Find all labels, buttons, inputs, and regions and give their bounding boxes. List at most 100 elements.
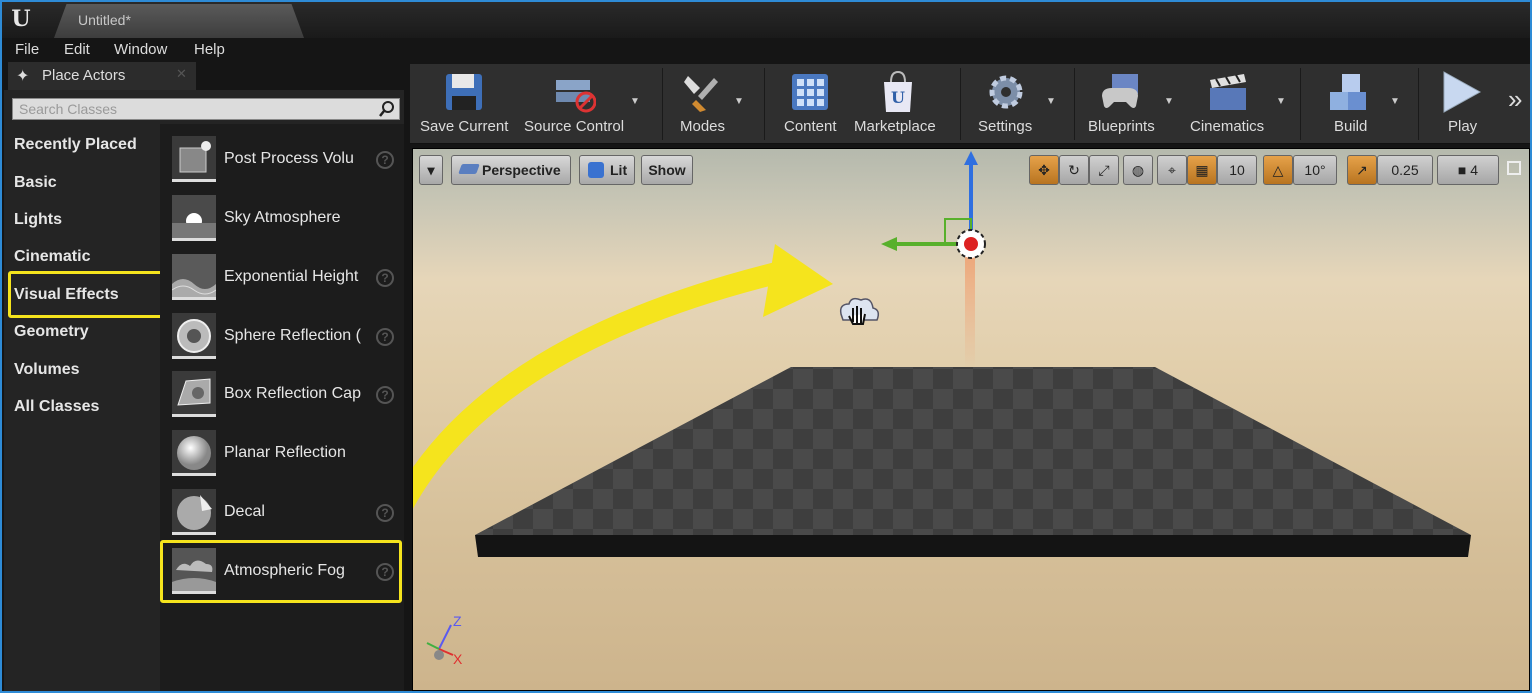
help-icon[interactable]: ?	[376, 504, 394, 522]
marketplace-button[interactable]: U Marketplace	[850, 64, 950, 144]
category-lights[interactable]: Lights	[14, 211, 62, 229]
world-local-toggle[interactable]: ◍	[1123, 155, 1153, 185]
actor-item-planar-reflection[interactable]: Planar Reflection	[160, 426, 404, 484]
chevron-down-icon[interactable]: ▼	[734, 96, 744, 107]
save-current-label: Save Current	[420, 118, 509, 135]
level-viewport[interactable]: Z X ▾ Perspective Lit Show ✥ ↻ ⤢ ◍ ⌖ ▦ 1…	[412, 148, 1530, 691]
marketplace-icon: U	[884, 70, 912, 112]
source-control-label: Source Control	[524, 118, 625, 135]
cinematics-icon	[1210, 74, 1246, 110]
actor-item-post-process-volume[interactable]: Post Process Volu ?	[160, 132, 404, 190]
viewport-options-button[interactable]: ▾	[419, 155, 443, 185]
cinematics-button[interactable]: Cinematics ▼	[1186, 64, 1292, 144]
build-button[interactable]: Build ▼	[1310, 64, 1410, 144]
perspective-label: Perspective	[482, 162, 561, 178]
z-axis-label: Z	[453, 613, 462, 629]
help-icon[interactable]: ?	[376, 151, 394, 169]
camera-speed-button[interactable]: ■ 4	[1437, 155, 1499, 185]
grid-snap-value-label: 10	[1229, 162, 1245, 178]
actor-label: Planar Reflection	[224, 444, 346, 461]
search-classes-input[interactable]	[13, 99, 373, 119]
scale-snap-value-label: 0.25	[1391, 162, 1419, 178]
source-control-button[interactable]: Source Control ▼	[520, 64, 650, 144]
close-tab-icon[interactable]: ✕	[176, 66, 187, 82]
grid-snap-value[interactable]: 10	[1217, 155, 1257, 185]
chevron-down-icon[interactable]: ▼	[630, 96, 640, 107]
sphere-reflection-capture-icon	[172, 313, 216, 359]
lit-label: Lit	[610, 162, 628, 178]
camera-icon: ■	[1457, 162, 1467, 178]
content-label: Content	[784, 118, 837, 135]
actor-item-sphere-reflection-capture[interactable]: Sphere Reflection ( ?	[160, 309, 404, 367]
menu-window[interactable]: Window	[114, 41, 167, 58]
actor-label: Exponential Height	[224, 268, 359, 285]
category-geometry[interactable]: Geometry	[14, 323, 89, 341]
actor-item-decal[interactable]: Decal ?	[160, 485, 404, 543]
scale-snap-value[interactable]: 0.25	[1377, 155, 1433, 185]
settings-label: Settings	[978, 118, 1033, 135]
grid-snap-toggle[interactable]: ▦	[1187, 155, 1217, 185]
search-icon[interactable]	[378, 100, 396, 118]
editor-window: U Untitled* File Edit Window Help ✦ Plac…	[0, 0, 1532, 693]
chevron-down-icon[interactable]: ▼	[1390, 96, 1400, 107]
camera-speed-label: 4	[1470, 162, 1479, 178]
toolbar-separator	[662, 68, 663, 140]
chevron-down-icon[interactable]: ▼	[1276, 96, 1286, 107]
surface-snap-button[interactable]: ⌖	[1157, 155, 1187, 185]
translate-mode-button[interactable]: ✥	[1029, 155, 1059, 185]
category-all-classes[interactable]: All Classes	[14, 398, 99, 416]
category-cinematic[interactable]: Cinematic	[14, 248, 90, 266]
decal-icon	[172, 489, 216, 535]
category-recently-placed[interactable]: Recently Placed	[14, 136, 137, 154]
sky-atmosphere-icon	[172, 195, 216, 241]
perspective-button[interactable]: Perspective	[451, 155, 571, 185]
surface-snap-icon: ⌖	[1168, 162, 1176, 178]
globe-icon: ◍	[1131, 162, 1145, 178]
document-tab-title: Untitled*	[78, 12, 131, 28]
chevron-down-icon[interactable]: ▼	[1164, 96, 1174, 107]
document-tab[interactable]: Untitled*	[54, 4, 304, 38]
rotate-mode-button[interactable]: ↻	[1059, 155, 1089, 185]
blueprints-button[interactable]: Blueprints ▼	[1084, 64, 1184, 144]
show-button[interactable]: Show	[641, 155, 693, 185]
place-actors-tab-label: Place Actors	[42, 67, 126, 84]
play-button[interactable]: Play	[1426, 64, 1502, 144]
maximize-viewport-icon[interactable]	[1507, 161, 1521, 175]
scale-snap-toggle[interactable]: ↗	[1347, 155, 1377, 185]
actor-item-sky-atmosphere[interactable]: Sky Atmosphere	[160, 191, 404, 249]
actor-item-box-reflection-capture[interactable]: Box Reflection Cap ?	[160, 367, 404, 425]
toolbar-separator	[1074, 68, 1075, 140]
category-basic[interactable]: Basic	[14, 174, 57, 192]
lit-button[interactable]: Lit	[579, 155, 635, 185]
help-icon[interactable]: ?	[376, 386, 394, 404]
menu-help[interactable]: Help	[194, 41, 225, 58]
marketplace-label: Marketplace	[854, 118, 936, 135]
blueprints-label: Blueprints	[1088, 118, 1155, 135]
help-icon[interactable]: ?	[376, 328, 394, 346]
move-icon: ✥	[1038, 162, 1050, 178]
exponential-height-fog-icon	[172, 254, 216, 300]
toolbar-separator	[1300, 68, 1301, 140]
rotation-snap-value[interactable]: 10°	[1293, 155, 1337, 185]
more-options-icon[interactable]: »	[1508, 84, 1522, 115]
show-label: Show	[648, 162, 686, 178]
actor-item-exponential-height-fog[interactable]: Exponential Height ?	[160, 250, 404, 308]
place-actors-tab[interactable]: ✦ Place Actors ✕	[8, 62, 196, 90]
scale-mode-button[interactable]: ⤢	[1089, 155, 1119, 185]
chevron-down-icon[interactable]: ▼	[1046, 96, 1056, 107]
help-icon[interactable]: ?	[376, 269, 394, 287]
rotation-snap-toggle[interactable]: △	[1263, 155, 1293, 185]
settings-button[interactable]: Settings ▼	[970, 64, 1066, 144]
lit-cube-icon	[588, 162, 604, 178]
content-button[interactable]: Content	[774, 64, 848, 144]
menu-file[interactable]: File	[15, 41, 39, 58]
save-current-button[interactable]: Save Current	[416, 64, 512, 144]
scale-icon: ⤢	[1098, 162, 1110, 178]
play-label: Play	[1448, 118, 1478, 135]
x-axis-label: X	[453, 651, 463, 667]
title-bar: U Untitled*	[2, 2, 1530, 38]
menu-edit[interactable]: Edit	[64, 41, 90, 58]
toolbar-separator	[1418, 68, 1419, 140]
category-volumes[interactable]: Volumes	[14, 361, 80, 379]
modes-button[interactable]: Modes ▼	[672, 64, 748, 144]
